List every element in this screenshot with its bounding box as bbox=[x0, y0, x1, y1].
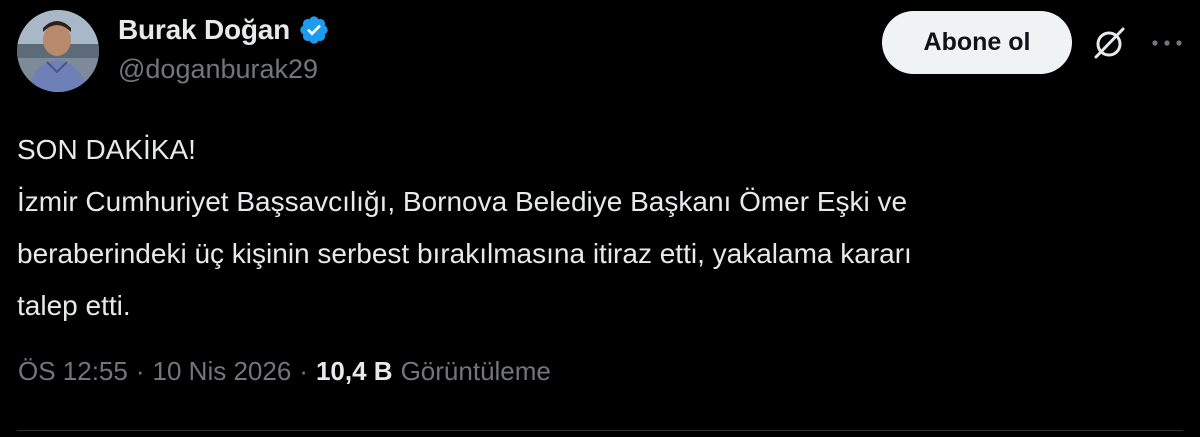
avatar[interactable] bbox=[17, 10, 99, 92]
tweet-time[interactable]: ÖS 12:55 bbox=[18, 356, 128, 387]
grok-icon[interactable] bbox=[1090, 24, 1128, 62]
verified-badge-icon[interactable] bbox=[298, 14, 330, 46]
views-count[interactable]: 10,4 B bbox=[316, 356, 393, 387]
divider bbox=[17, 430, 1183, 431]
meta-separator: · bbox=[135, 356, 145, 386]
tweet-card: Burak Doğan @doganburak29 Abone ol SON D… bbox=[0, 0, 1200, 437]
subscribe-button[interactable]: Abone ol bbox=[882, 11, 1072, 74]
tweet-text: SON DAKİKA! İzmir Cumhuriyet Başsavcılığ… bbox=[17, 134, 912, 321]
author-name-row: Burak Doğan bbox=[118, 12, 330, 48]
views-label: Görüntüleme bbox=[400, 356, 551, 386]
tweet-meta: ÖS 12:55 · 10 Nis 2026 · 10,4 B Görüntül… bbox=[18, 356, 551, 387]
author-display-name[interactable]: Burak Doğan bbox=[118, 14, 290, 46]
meta-separator: · bbox=[299, 356, 308, 386]
author-handle[interactable]: @doganburak29 bbox=[118, 54, 318, 85]
tweet-date[interactable]: 10 Nis 2026 bbox=[153, 356, 292, 387]
avatar-image bbox=[17, 10, 99, 92]
more-options-icon[interactable] bbox=[1149, 30, 1185, 56]
